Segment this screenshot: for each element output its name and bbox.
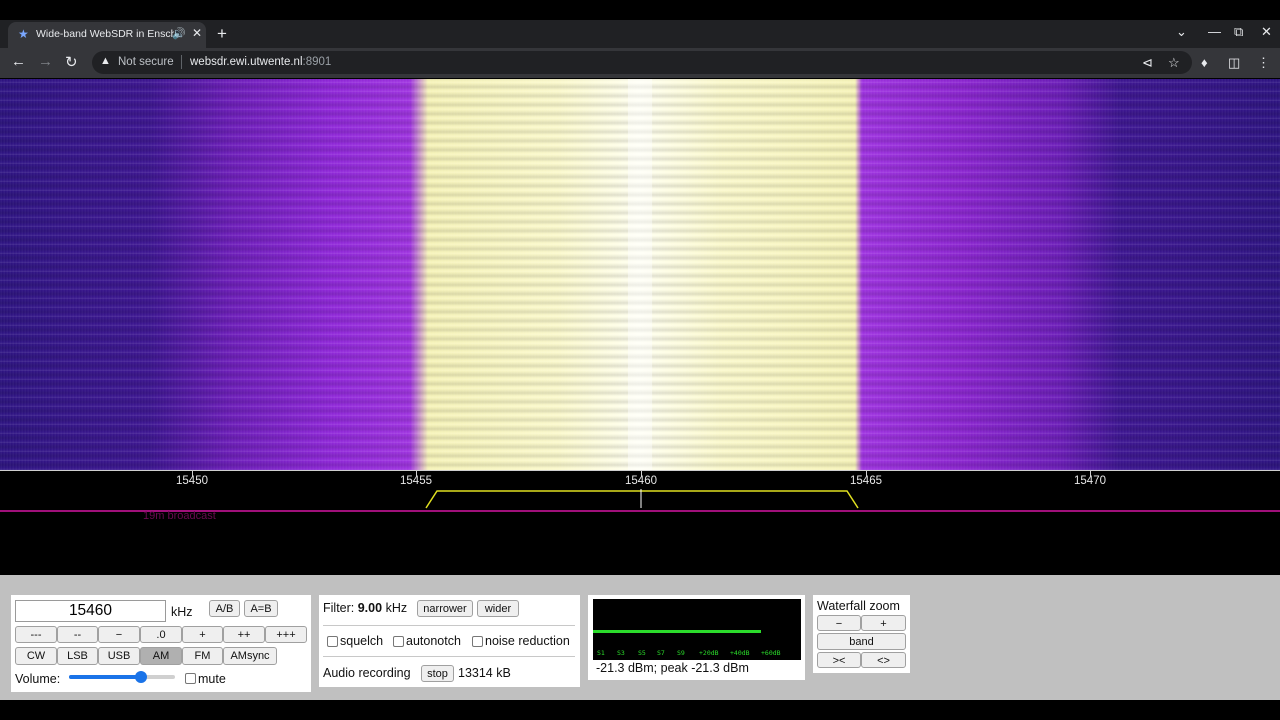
- narrower-button[interactable]: narrower: [417, 600, 473, 617]
- bottom-black-strip: [0, 700, 1280, 720]
- volume-slider-thumb[interactable]: [135, 671, 147, 683]
- signal-meter: S1 S3 S5 S7 S9 +20dB +40dB +60dB: [593, 599, 801, 660]
- address-separator: [181, 55, 182, 69]
- filter-value: 9.00: [357, 601, 383, 615]
- close-tab-icon[interactable]: ✕: [192, 26, 202, 40]
- back-icon[interactable]: ←: [11, 53, 26, 70]
- meter-scale-label: +20dB: [699, 649, 719, 657]
- zoom-in-button[interactable]: +: [861, 615, 906, 631]
- window-close-icon[interactable]: ✕: [1261, 24, 1272, 40]
- mode-cw-button[interactable]: CW: [15, 647, 57, 665]
- step-up-large-button[interactable]: +++: [265, 626, 307, 643]
- meter-scale-label: +40dB: [730, 649, 750, 657]
- audio-recording-label: Audio recording: [323, 666, 411, 680]
- round-frequency-button[interactable]: .0: [140, 626, 182, 643]
- share-icon[interactable]: ⊲: [1142, 55, 1153, 71]
- mode-am-button[interactable]: AM: [140, 647, 182, 665]
- url-text[interactable]: websdr.ewi.utwente.nl:8901: [190, 56, 331, 68]
- wider-button[interactable]: wider: [477, 600, 519, 617]
- url-host: websdr.ewi.utwente.nl: [190, 56, 303, 68]
- mute-label[interactable]: mute: [198, 672, 226, 686]
- tab-title: Wide-band WebSDR in Ensch: [36, 28, 174, 40]
- squelch-label[interactable]: squelch: [340, 634, 383, 648]
- stop-recording-button[interactable]: stop: [421, 665, 454, 682]
- carrier-line: [628, 79, 652, 470]
- autonotch-label[interactable]: autonotch: [406, 634, 461, 648]
- band-label[interactable]: 19m broadcast: [143, 510, 216, 522]
- filter-divider: [323, 625, 575, 626]
- passband-outline: [425, 490, 859, 509]
- meter-scale-label: S7: [657, 649, 665, 657]
- noise-reduction-checkbox[interactable]: [472, 636, 483, 647]
- signal-level-bar: [593, 630, 761, 633]
- mode-amsync-button[interactable]: AMsync: [223, 647, 277, 665]
- waterfall-display[interactable]: [0, 79, 1280, 470]
- url-port: :8901: [302, 56, 332, 68]
- top-black-strip: [0, 0, 1280, 20]
- step-down-medium-button[interactable]: --: [57, 626, 98, 643]
- frequency-scale[interactable]: 15450 15455 15460 15465 15470 19m broadc…: [0, 470, 1280, 575]
- menu-kebab-icon[interactable]: ⋮: [1257, 55, 1270, 71]
- restore-icon[interactable]: ⧉: [1234, 24, 1243, 40]
- new-tab-button[interactable]: +: [217, 24, 227, 44]
- browser-tab[interactable]: ★ Wide-band WebSDR in Ensch 🔊 ✕: [8, 22, 206, 48]
- zoom-widen-button[interactable]: <>: [861, 652, 906, 668]
- recording-divider: [323, 656, 575, 657]
- squelch-checkbox[interactable]: [327, 636, 338, 647]
- extensions-icon[interactable]: ♦: [1201, 55, 1208, 70]
- meter-scale-label: S5: [638, 649, 646, 657]
- meter-scale-label: S1: [597, 649, 605, 657]
- warning-icon[interactable]: ▲: [100, 55, 111, 67]
- tab-search-icon[interactable]: ⌄: [1176, 24, 1187, 40]
- meter-scale-label: +60dB: [761, 649, 781, 657]
- step-down-small-button[interactable]: −: [98, 626, 140, 643]
- filter-unit: kHz: [385, 601, 408, 615]
- reload-icon[interactable]: ↻: [65, 53, 78, 71]
- meter-scale-label: S3: [617, 649, 625, 657]
- websdr-favicon-icon: ★: [18, 27, 29, 41]
- bookmark-star-icon[interactable]: ☆: [1168, 55, 1180, 71]
- frequency-unit: kHz: [171, 605, 193, 619]
- zoom-out-button[interactable]: −: [817, 615, 861, 631]
- mode-fm-button[interactable]: FM: [182, 647, 223, 665]
- side-panel-icon[interactable]: ◫: [1228, 55, 1240, 71]
- meter-scale-label: S9: [677, 649, 685, 657]
- security-label[interactable]: Not secure: [118, 56, 174, 68]
- volume-slider-fill: [69, 675, 141, 679]
- filter-width-text: Filter: 9.00 kHz: [323, 601, 407, 615]
- step-up-medium-button[interactable]: ++: [223, 626, 265, 643]
- zoom-band-button[interactable]: band: [817, 633, 906, 650]
- a-equals-b-button[interactable]: A=B: [244, 600, 278, 617]
- autonotch-checkbox[interactable]: [393, 636, 404, 647]
- frequency-input[interactable]: [15, 600, 166, 622]
- zoom-narrow-button[interactable]: ><: [817, 652, 861, 668]
- ab-button[interactable]: A/B: [209, 600, 240, 617]
- recording-size: 13314 kB: [458, 666, 511, 680]
- signal-reading: -21.3 dBm; peak -21.3 dBm: [596, 661, 749, 675]
- volume-label: Volume:: [15, 672, 61, 686]
- mode-usb-button[interactable]: USB: [98, 647, 140, 665]
- speaker-icon[interactable]: 🔊: [172, 27, 186, 40]
- waterfall-zoom-title: Waterfall zoom: [817, 599, 900, 613]
- noise-reduction-label[interactable]: noise reduction: [485, 634, 570, 648]
- step-down-large-button[interactable]: ---: [15, 626, 57, 643]
- minimize-icon[interactable]: —: [1208, 24, 1221, 39]
- mode-lsb-button[interactable]: LSB: [57, 647, 98, 665]
- mute-checkbox[interactable]: [185, 673, 196, 684]
- address-bar[interactable]: ▲ Not secure websdr.ewi.utwente.nl:8901: [92, 51, 1192, 74]
- forward-icon[interactable]: →: [38, 53, 53, 70]
- filter-label: Filter:: [323, 601, 355, 615]
- step-up-small-button[interactable]: +: [182, 626, 223, 643]
